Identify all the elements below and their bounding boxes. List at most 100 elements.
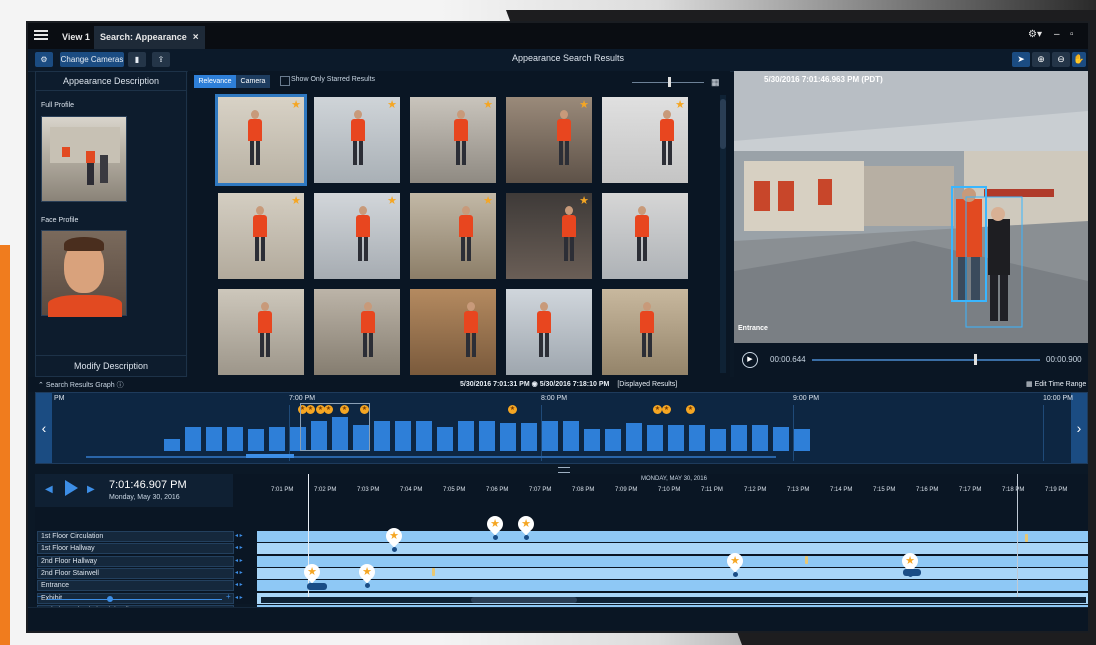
previous-frame-icon[interactable]: ◀ (45, 484, 53, 495)
sort-relevance-button[interactable]: Relevance (194, 75, 236, 88)
graph-bar[interactable] (227, 427, 243, 451)
graph-bar[interactable] (710, 429, 726, 451)
event-marker[interactable] (805, 556, 808, 564)
result-thumbnail[interactable]: ★ (314, 193, 400, 279)
search-results-graph[interactable]: ‹ › PM 7:00 PM 8:00 PM 9:00 PM 10:00 PM … (35, 392, 1088, 464)
star-icon[interactable]: ★ (387, 194, 397, 207)
graph-bar[interactable] (206, 427, 222, 451)
starred-result-pin[interactable]: ★ (723, 549, 747, 573)
result-clip[interactable] (903, 569, 921, 576)
result-thumbnail[interactable]: ★ (410, 193, 496, 279)
timeline-scrollbar[interactable] (261, 597, 1086, 603)
thumbnail-size-slider-knob[interactable] (668, 77, 671, 87)
graph-bar[interactable] (668, 425, 684, 451)
zoom-in-icon[interactable]: + (226, 592, 231, 601)
play-icon[interactable]: ▶ (742, 352, 758, 368)
result-thumbnail[interactable]: ★ (506, 97, 592, 183)
panel-resize-handle[interactable] (558, 467, 570, 473)
starred-result-pin[interactable]: ★ (382, 524, 406, 548)
zoom-out-icon[interactable]: ⊖ (1052, 52, 1070, 67)
graph-title[interactable]: ⌃ Search Results Graph ⓘ (38, 380, 124, 390)
graph-next-arrow[interactable]: › (1071, 393, 1087, 463)
star-icon[interactable]: ★ (675, 98, 685, 111)
result-thumbnail[interactable] (314, 289, 400, 375)
row-tools-icon[interactable]: ◂ ▸ (235, 531, 255, 542)
pointer-icon[interactable]: ➤ (1012, 52, 1030, 67)
graph-bar[interactable] (437, 427, 453, 451)
graph-bar[interactable] (395, 421, 411, 451)
graph-bar[interactable] (584, 429, 600, 451)
graph-bar[interactable] (185, 427, 201, 451)
modify-description-button[interactable]: Modify Description (36, 355, 186, 376)
camera-track[interactable] (257, 580, 1088, 592)
grid-scrollbar-thumb[interactable] (720, 99, 726, 149)
zoom-out-icon[interactable]: − (37, 592, 42, 601)
video-scrubber-handle[interactable] (974, 354, 977, 365)
camera-row-label[interactable]: 2nd Floor Hallway (37, 555, 234, 567)
row-tools-icon[interactable]: ◂ ▸ (235, 543, 255, 554)
graph-bar[interactable] (479, 421, 495, 451)
result-clip[interactable] (307, 583, 327, 590)
result-thumbnail[interactable]: ★ (218, 193, 304, 279)
graph-bar[interactable] (626, 423, 642, 451)
row-tools-icon[interactable]: ◂ ▸ (235, 580, 255, 591)
starred-result-pin[interactable]: ★ (514, 512, 538, 536)
camera-track[interactable] (257, 567, 1088, 579)
minimize-icon[interactable]: – (1054, 29, 1060, 40)
graph-visible-range[interactable] (246, 454, 294, 458)
video-frame[interactable]: 5/30/2016 7:01:46.963 PM (PDT) Entrance (734, 71, 1088, 343)
result-thumbnail[interactable] (410, 289, 496, 375)
star-icon[interactable]: ★ (686, 405, 695, 414)
graph-selection-window[interactable] (300, 403, 370, 451)
camera-row-label[interactable]: 1st Floor Circulation (37, 531, 234, 542)
star-icon[interactable]: ★ (653, 405, 662, 414)
export-button[interactable]: ⇪ (152, 52, 170, 67)
settings-button[interactable]: ⚙ (35, 52, 53, 67)
show-starred-checkbox[interactable] (280, 76, 290, 86)
graph-bar[interactable] (605, 429, 621, 451)
row-tools-icon[interactable]: ◂ ▸ (235, 568, 255, 579)
star-icon[interactable]: ★ (508, 405, 517, 414)
graph-bar[interactable] (647, 425, 663, 451)
graph-bar[interactable] (416, 421, 432, 451)
star-icon[interactable]: ★ (483, 194, 493, 207)
graph-bar[interactable] (542, 421, 558, 451)
star-icon[interactable]: ★ (579, 98, 589, 111)
timeline-scrollbar-thumb[interactable] (471, 597, 577, 603)
graph-bar[interactable] (458, 421, 474, 451)
camera-row-label[interactable]: Entrance (37, 580, 234, 592)
result-thumbnail[interactable] (602, 193, 688, 279)
result-thumbnail[interactable]: ★ (314, 97, 400, 183)
star-icon[interactable]: ★ (291, 98, 301, 111)
star-icon[interactable]: ★ (579, 194, 589, 207)
camera-track[interactable] (257, 543, 1088, 555)
edit-time-range-button[interactable]: ▦ Edit Time Range (1026, 380, 1086, 388)
graph-bar[interactable] (689, 425, 705, 451)
event-marker[interactable] (1025, 534, 1028, 542)
star-icon[interactable]: ★ (291, 194, 301, 207)
row-tools-icon[interactable]: ◂ ▸ (235, 593, 255, 604)
result-thumbnail[interactable] (602, 289, 688, 375)
camera-track[interactable] (257, 555, 1088, 567)
video-scrubber[interactable] (812, 359, 1040, 361)
restore-icon[interactable]: ▫ (1070, 29, 1074, 40)
range-end-cursor[interactable] (1017, 474, 1018, 598)
graph-prev-arrow[interactable]: ‹ (36, 393, 52, 463)
graph-bar[interactable] (731, 425, 747, 451)
graph-bar[interactable] (500, 423, 516, 451)
sort-camera-button[interactable]: Camera (236, 75, 270, 88)
graph-bar[interactable] (563, 421, 579, 451)
starred-result-pin[interactable]: ★ (483, 512, 507, 536)
graph-bar[interactable] (269, 427, 285, 451)
graph-bar[interactable] (164, 439, 180, 451)
zoom-in-icon[interactable]: ⊕ (1032, 52, 1050, 67)
graph-bar[interactable] (248, 429, 264, 451)
result-thumbnail[interactable]: ★ (602, 97, 688, 183)
result-thumbnail[interactable]: ★ (215, 94, 307, 186)
change-cameras-button[interactable]: Change Cameras (60, 52, 124, 67)
help-icon[interactable]: ⓘ (117, 382, 124, 389)
row-tools-icon[interactable]: ◂ ▸ (235, 556, 255, 567)
camera-track[interactable] (257, 531, 1088, 542)
star-icon[interactable]: ★ (662, 405, 671, 414)
grid-view-icon[interactable]: ▦ (711, 77, 721, 87)
